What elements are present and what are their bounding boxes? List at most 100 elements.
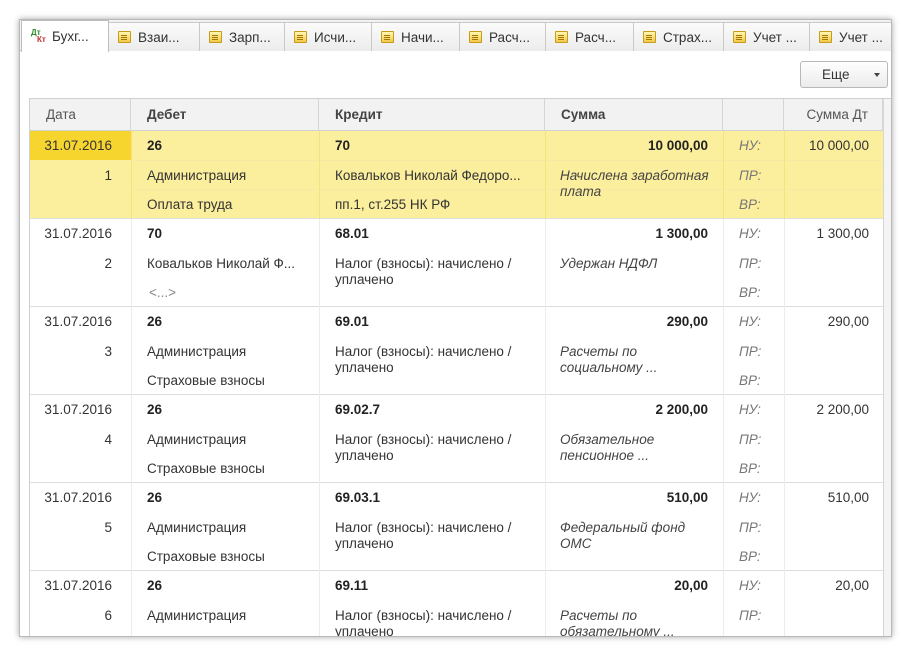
tab-9[interactable]: Учет ... (723, 22, 810, 51)
operation-content: Федеральный фонд ОМС (560, 520, 686, 551)
column-divider (723, 571, 724, 636)
row-number: 3 (104, 344, 112, 359)
tab-label: Учет ... (839, 29, 883, 45)
sub-row-divider (131, 160, 883, 161)
credit-account: 68.01 (335, 226, 369, 241)
tab-10[interactable]: Учет ... (809, 22, 891, 51)
label-vr: ВР: (739, 197, 761, 212)
vertical-scrollbar[interactable] (883, 99, 891, 636)
amount-dt: 10 000,00 (808, 138, 869, 153)
tab-label: Расч... (489, 29, 530, 45)
column-header-credit[interactable]: Кредит (319, 99, 545, 131)
column-divider (131, 219, 132, 307)
window-frame: Дт Кт Бухг... Взаи... Зарп... Исчи... Начи... Р… (19, 19, 892, 637)
column-divider (131, 395, 132, 483)
operation-content: Расчеты по обязательному ... (560, 608, 675, 637)
column-divider (723, 395, 724, 483)
debit-subconto-1: Ковальков Николай Ф... (147, 256, 296, 271)
column-divider (545, 571, 546, 636)
row-number: 1 (104, 168, 112, 183)
table-row[interactable]: 31.07.2016 4 26 Администрация Страховые взно… (30, 395, 883, 483)
debit-subconto-1: Администрация (147, 344, 247, 359)
table-row[interactable]: 31.07.2016 3 26 Администрация Страховые взно… (30, 307, 883, 395)
column-divider (545, 131, 546, 219)
amount-dt: 510,00 (827, 490, 869, 505)
document-icon (469, 31, 482, 43)
debit-subconto-1: Администрация (147, 168, 247, 183)
column-header-sum-dt[interactable]: Сумма Дт (784, 99, 883, 131)
label-vr: ВР: (739, 461, 761, 476)
amount: 2 200,00 (655, 402, 708, 417)
column-header-debit[interactable]: Дебет (131, 99, 319, 131)
column-divider (319, 131, 320, 219)
tab-8[interactable]: Страх... (633, 22, 724, 51)
tab-label: Исчи... (314, 29, 357, 45)
amount-dt: 20,00 (835, 578, 869, 593)
credit-subconto-1: Налог (взносы): начислено / уплачено (335, 256, 512, 287)
column-header-date[interactable]: Дата (30, 99, 131, 131)
column-divider (723, 483, 724, 571)
debit-account: 26 (147, 578, 163, 593)
credit-subconto-1: Ковальков Николай Федоро... (335, 168, 521, 183)
column-divider (131, 307, 132, 395)
credit-account: 69.02.7 (335, 402, 381, 417)
tab-1[interactable]: Дт Кт Бухг... (21, 20, 109, 52)
label-pr: ПР: (739, 256, 762, 271)
label-nu: НУ: (739, 402, 761, 417)
label-nu: НУ: (739, 314, 761, 329)
more-button[interactable]: Еще (800, 61, 888, 88)
column-divider (723, 131, 724, 219)
tab-label: Расч... (575, 29, 616, 45)
tab-7[interactable]: Расч... (545, 22, 634, 51)
column-divider (319, 571, 320, 636)
operation-content: Начислена заработная плата (560, 168, 709, 199)
column-header-sum[interactable]: Сумма (545, 99, 723, 131)
operation-content: Обязательное пенсионное ... (560, 432, 655, 463)
amount: 10 000,00 (647, 138, 708, 153)
column-divider (319, 219, 320, 307)
column-divider (784, 571, 785, 636)
date-cell: 31.07.2016 (44, 578, 112, 593)
debit-subconto-2: Страховые взносы (147, 461, 265, 476)
row-number: 6 (104, 608, 112, 623)
table-row[interactable]: 31.07.2016 2 70 Ковальков Николай Ф... <...>… (30, 219, 883, 307)
column-divider (319, 483, 320, 571)
amount: 1 300,00 (655, 226, 708, 241)
debit-account: 26 (147, 490, 163, 505)
amount: 20,00 (674, 578, 708, 593)
column-divider (784, 219, 785, 307)
debit-account: 70 (147, 226, 163, 241)
column-divider (723, 307, 724, 395)
amount: 510,00 (666, 490, 708, 505)
table-row[interactable]: 31.07.2016 1 26 Администрация Оплата труда 70… (30, 131, 883, 219)
debit-subconto-2: Страховые взносы (147, 373, 265, 388)
row-number: 5 (104, 520, 112, 535)
tab-4[interactable]: Исчи... (284, 22, 372, 51)
label-nu: НУ: (739, 578, 761, 593)
column-header-tax-type[interactable] (723, 99, 784, 131)
tab-label: Учет ... (753, 29, 797, 45)
column-divider (319, 395, 320, 483)
debit-subconto-1: Администрация (147, 608, 247, 623)
table-header: Дата Дебет Кредит Сумма Сумма Дт (30, 99, 891, 131)
debit-subconto-2: Страховые взносы (147, 549, 265, 564)
table-row[interactable]: 31.07.2016 6 26 Администрация 69.11 Налог (вз… (30, 571, 883, 637)
operation-content: Расчеты по социальному ... (560, 344, 658, 375)
credit-subconto-1: Налог (взносы): начислено / уплачено (335, 520, 512, 551)
tab-2[interactable]: Взаи... (108, 22, 200, 51)
table-row[interactable]: 31.07.2016 5 26 Администрация Страховые взно… (30, 483, 883, 571)
column-divider (545, 219, 546, 307)
date-cell: 31.07.2016 (44, 138, 112, 153)
tab-6[interactable]: Расч... (459, 22, 546, 51)
tab-5[interactable]: Начи... (371, 22, 460, 51)
label-vr: ВР: (739, 549, 761, 564)
tab-label: Взаи... (138, 29, 180, 45)
row-number: 2 (104, 256, 112, 271)
date-cell: 31.07.2016 (44, 402, 112, 417)
tab-3[interactable]: Зарп... (199, 22, 285, 51)
document-icon (381, 31, 394, 43)
sub-row-divider (131, 189, 883, 190)
column-divider (784, 131, 785, 219)
document-icon (209, 31, 222, 43)
column-divider (319, 307, 320, 395)
